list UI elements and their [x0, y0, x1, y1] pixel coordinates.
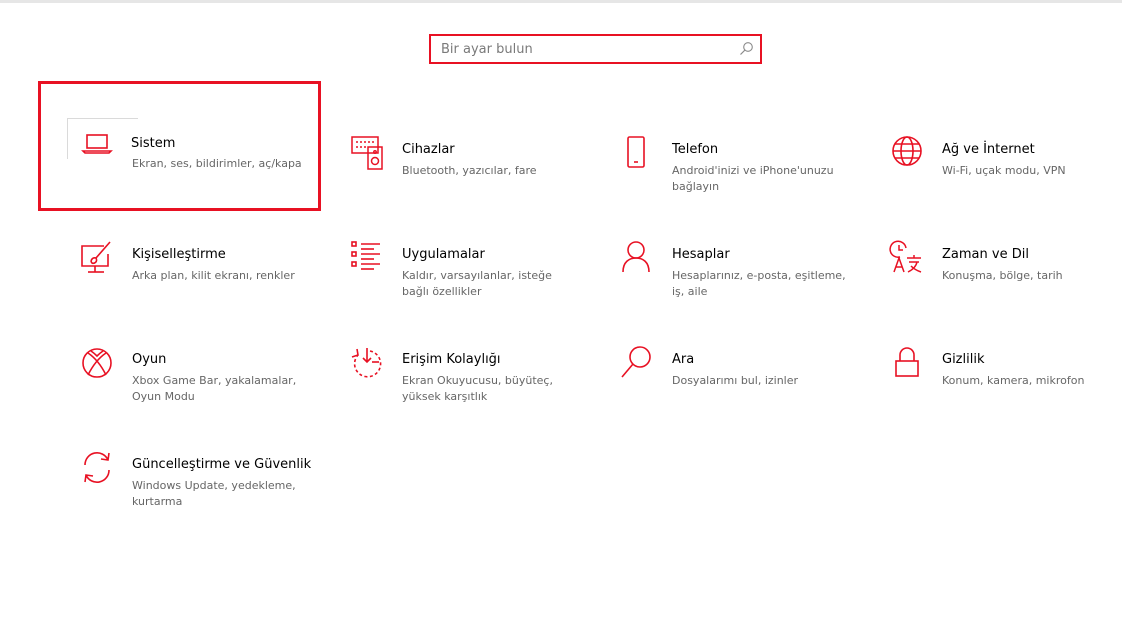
tile-description: Ekran, ses, bildirimler, aç/kapa [132, 157, 302, 170]
tile-title: Erişim Kolaylığı [402, 352, 501, 367]
tile-ara[interactable]: Ara Dosyalarımı bul, izinler [580, 300, 850, 390]
paint-brush-icon [80, 240, 116, 276]
tile-uygulamalar[interactable]: Uygulamalar Kaldır, varsayılanlar, isteğ… [310, 195, 580, 298]
title-bar-strip [0, 0, 1122, 3]
tile-title: Sistem [131, 136, 176, 151]
tile-description: Konum, kamera, mikrofon [942, 374, 1085, 387]
tile-title: Oyun [132, 352, 167, 367]
tile-oyun[interactable]: Oyun Xbox Game Bar, yakalamalar, Oyun Mo… [40, 300, 310, 403]
tile-zaman-ve-dil[interactable]: Zaman ve Dil Konuşma, bölge, tarih [850, 195, 1120, 285]
tile-erisim-kolayligi[interactable]: Erişim Kolaylığı Ekran Okuyucusu, büyüte… [310, 300, 580, 403]
tile-title: Cihazlar [402, 142, 455, 157]
tile-hesaplar[interactable]: Hesaplar Hesaplarınız, e-posta, eşitleme… [580, 195, 850, 298]
tile-guncellestirme-ve-guvenlik[interactable]: Güncelleştirme ve Güvenlik Windows Updat… [40, 405, 312, 508]
laptop-icon [79, 126, 115, 162]
tile-title: Zaman ve Dil [942, 247, 1029, 262]
tile-title: Kişiselleştirme [132, 247, 226, 262]
tile-telefon[interactable]: Telefon Android'inizi ve iPhone'unuzu ba… [580, 90, 850, 193]
tile-ag-ve-internet[interactable]: Ağ ve İnternet Wi-Fi, uçak modu, VPN [850, 90, 1120, 180]
tile-description: Ekran Okuyucusu, büyüteç, yüksek karşıtl… [402, 374, 553, 403]
keyboard-speaker-icon [350, 135, 386, 171]
tile-gizlilik[interactable]: Gizlilik Konum, kamera, mikrofon [850, 300, 1120, 390]
tile-title: Hesaplar [672, 247, 730, 262]
xbox-icon [80, 345, 116, 381]
tile-description: Konuşma, bölge, tarih [942, 269, 1063, 282]
lock-icon [890, 345, 926, 381]
tile-title: Uygulamalar [402, 247, 485, 262]
tile-description: Dosyalarımı bul, izinler [672, 374, 799, 387]
search-input[interactable] [431, 36, 731, 62]
search-box[interactable] [429, 34, 762, 64]
tile-cihazlar[interactable]: Cihazlar Bluetooth, yazıcılar, fare [310, 90, 580, 180]
app-list-icon [350, 240, 386, 276]
person-icon [620, 240, 656, 276]
tile-title: Ağ ve İnternet [942, 142, 1035, 157]
tile-description: Arka plan, kilit ekranı, renkler [132, 269, 295, 282]
globe-icon [890, 135, 926, 171]
tile-title: Gizlilik [942, 352, 985, 367]
tile-kisisellestirme[interactable]: Kişiselleştirme Arka plan, kilit ekranı,… [40, 195, 310, 285]
tile-description: Xbox Game Bar, yakalamalar, Oyun Modu [132, 374, 297, 403]
tile-description: Android'inizi ve iPhone'unuzu bağlayın [672, 164, 834, 193]
tile-title: Ara [672, 352, 695, 367]
tile-sistem[interactable]: Sistem Ekran, ses, bildirimler, aç/kapa [38, 81, 321, 211]
tile-description: Bluetooth, yazıcılar, fare [402, 164, 537, 177]
ease-of-access-icon [350, 345, 386, 381]
phone-icon [620, 135, 656, 171]
search-icon [620, 345, 656, 381]
tile-title: Güncelleştirme ve Güvenlik [132, 457, 312, 472]
tile-description: Kaldır, varsayılanlar, isteğe bağlı özel… [402, 269, 552, 298]
tile-description: Windows Update, yedekleme, kurtarma [132, 479, 296, 508]
tile-description: Hesaplarınız, e-posta, eşitleme, iş, ail… [672, 269, 846, 298]
time-language-icon [889, 240, 926, 276]
tile-title: Telefon [672, 142, 719, 157]
tile-description: Wi-Fi, uçak modu, VPN [942, 164, 1066, 177]
search-icon[interactable] [738, 41, 754, 57]
sync-icon [80, 450, 116, 486]
